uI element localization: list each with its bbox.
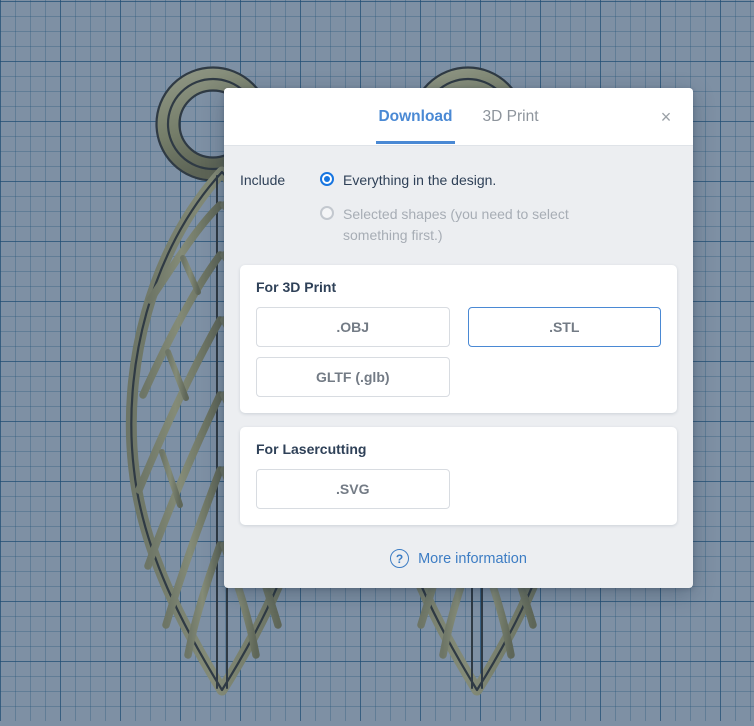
tab-3d-print[interactable]: 3D Print bbox=[481, 90, 541, 143]
dialog-header: Download 3D Print × bbox=[224, 88, 693, 146]
include-radio-group: Everything in the design. Selected shape… bbox=[320, 170, 677, 245]
format-button-obj[interactable]: .OBJ bbox=[256, 307, 450, 348]
tab-3d-print-label: 3D Print bbox=[482, 108, 539, 126]
help-circle-icon[interactable]: ? bbox=[390, 549, 410, 569]
card-for-lasercutting-title: For Lasercutting bbox=[256, 441, 367, 458]
format-button-grid-laser: .SVG bbox=[256, 469, 661, 510]
radio-selected-shapes[interactable]: Selected shapes (you need to select some… bbox=[320, 204, 677, 245]
close-icon[interactable]: × bbox=[649, 100, 683, 134]
include-section: Include Everything in the design. Select… bbox=[240, 166, 677, 251]
format-button-stl[interactable]: .STL bbox=[467, 307, 661, 348]
radio-selected-shapes-indicator[interactable] bbox=[320, 206, 334, 221]
card-for-3d-print-title: For 3D Print bbox=[256, 279, 337, 296]
tab-download-label: Download bbox=[378, 108, 453, 126]
include-label: Include bbox=[240, 172, 286, 188]
radio-everything-in-design[interactable]: Everything in the design. bbox=[320, 170, 677, 190]
format-button-gltf[interactable]: GLTF (.glb) bbox=[256, 357, 450, 398]
format-button-svg[interactable]: .SVG bbox=[256, 469, 450, 510]
dialog-body: Include Everything in the design. Select… bbox=[224, 146, 693, 543]
dialog-footer: ? More information bbox=[224, 543, 693, 588]
radio-everything-label: Everything in the design. bbox=[343, 172, 497, 188]
tab-download[interactable]: Download bbox=[376, 90, 455, 144]
more-information-link[interactable]: More information bbox=[418, 551, 527, 567]
radio-everything-indicator[interactable] bbox=[320, 172, 334, 186]
card-for-3d-print: For 3D Print .OBJ .STL GLTF (.glb) bbox=[240, 265, 677, 414]
radio-selected-shapes-label: Selected shapes (you need to select some… bbox=[343, 206, 569, 243]
card-for-lasercutting: For Lasercutting .SVG bbox=[240, 427, 677, 526]
export-dialog: Download 3D Print × Include Everything i… bbox=[224, 88, 693, 589]
format-button-grid-3d: .OBJ .STL GLTF (.glb) bbox=[256, 307, 661, 398]
